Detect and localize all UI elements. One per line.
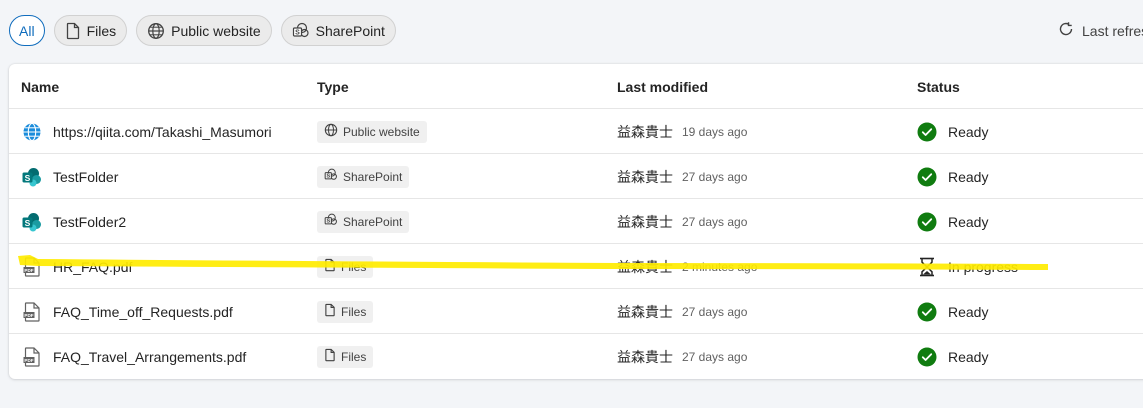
type-label: Files [341,259,367,274]
table-row[interactable]: S TestFolder S SharePoint 益森貴士 27 days a… [9,154,1143,199]
sharepoint-icon: S [292,22,310,40]
check-circle-icon [917,167,937,187]
pdf-icon: PDF [21,301,43,323]
type-badge: Files [317,345,374,368]
sources-table: Name Type Last modified Status https://q… [9,64,1143,379]
globe-icon [21,121,43,143]
pdf-icon: PDF [21,256,43,278]
type-label: Files [341,304,367,319]
type-label: SharePoint [343,214,403,229]
row-name-link[interactable]: HR_FAQ.pdf [53,259,132,275]
row-name-link[interactable]: https://qiita.com/Takashi_Masumori [53,124,272,140]
svg-text:S: S [25,172,31,182]
modified-time: 19 days ago [682,124,748,139]
refresh-icon [1058,21,1074,40]
modified-by: 益森貴士 [617,258,673,275]
globe-icon [324,123,338,140]
modified-by: 益森貴士 [617,123,673,140]
modified-time: 27 days ago [682,349,748,364]
type-badge: S SharePoint [317,210,410,233]
file-icon [324,258,336,275]
filter-files-label: Files [86,22,117,39]
status-label: Ready [948,213,989,230]
modified-time: 27 days ago [682,169,748,184]
sharepoint-icon: S [324,213,338,230]
status-label: Ready [948,123,989,140]
svg-text:PDF: PDF [24,357,33,362]
sharepoint-icon: S [21,211,43,233]
check-circle-icon [917,122,937,142]
sharepoint-icon: S [324,168,338,185]
file-icon [324,348,336,365]
svg-text:S: S [326,219,330,225]
check-circle-icon [917,212,937,232]
column-header-type[interactable]: Type [317,64,349,109]
filter-all-label: All [19,22,35,39]
modified-by: 益森貴士 [617,348,673,365]
filter-bar: All Files Public website S SharePoint [9,15,396,47]
type-label: Public website [343,124,420,139]
row-name-link[interactable]: TestFolder2 [53,214,126,230]
status-label: Ready [948,168,989,185]
table-row[interactable]: PDF FAQ_Time_off_Requests.pdf Files 益森貴士… [9,289,1143,334]
type-badge: Files [317,300,374,323]
svg-text:S: S [326,174,330,180]
filter-public-website-label: Public website [171,22,261,39]
refresh-button[interactable]: Last refres [1058,21,1143,40]
modified-time: 27 days ago [682,214,748,229]
modified-time: 2 minutes ago [682,259,758,274]
refresh-label: Last refres [1082,22,1143,39]
filter-files-pill[interactable]: Files [53,15,128,46]
table-row[interactable]: https://qiita.com/Takashi_Masumori Publi… [9,109,1143,154]
file-icon [324,303,336,320]
row-name-link[interactable]: FAQ_Travel_Arrangements.pdf [53,349,246,365]
file-icon [65,22,81,40]
type-badge: S SharePoint [317,165,410,188]
check-circle-icon [917,302,937,322]
column-header-modified[interactable]: Last modified [617,64,708,109]
modified-by: 益森貴士 [617,303,673,320]
column-header-status[interactable]: Status [917,64,960,109]
type-badge: Public website [317,120,427,143]
table-row[interactable]: S TestFolder2 S SharePoint 益森貴士 27 days … [9,199,1143,244]
table-row[interactable]: PDF FAQ_Travel_Arrangements.pdf Files 益森… [9,334,1143,379]
type-label: SharePoint [343,169,403,184]
status-label: In progress [948,258,1019,275]
svg-text:S: S [295,29,300,36]
pdf-icon: PDF [21,346,43,368]
type-label: Files [341,349,367,364]
filter-sharepoint-label: SharePoint [315,22,385,39]
globe-icon [147,22,165,40]
filter-public-website-pill[interactable]: Public website [136,15,272,46]
check-circle-icon [917,347,937,367]
column-header-name[interactable]: Name [21,64,59,109]
svg-text:S: S [25,217,31,227]
svg-text:PDF: PDF [24,312,33,317]
filter-all-pill[interactable]: All [9,15,45,46]
modified-time: 27 days ago [682,304,748,319]
status-label: Ready [948,348,989,365]
row-name-link[interactable]: TestFolder [53,169,118,185]
row-name-link[interactable]: FAQ_Time_off_Requests.pdf [53,304,233,320]
modified-by: 益森貴士 [617,168,673,185]
hourglass-icon [917,257,937,277]
table-header: Name Type Last modified Status [9,64,1143,109]
filter-sharepoint-pill[interactable]: S SharePoint [280,15,396,46]
svg-text:PDF: PDF [24,267,33,272]
modified-by: 益森貴士 [617,213,673,230]
status-label: Ready [948,303,989,320]
type-badge: Files [317,255,374,278]
table-row[interactable]: PDF HR_FAQ.pdf Files 益森貴士 2 minutes ago … [9,244,1143,289]
sharepoint-icon: S [21,166,43,188]
